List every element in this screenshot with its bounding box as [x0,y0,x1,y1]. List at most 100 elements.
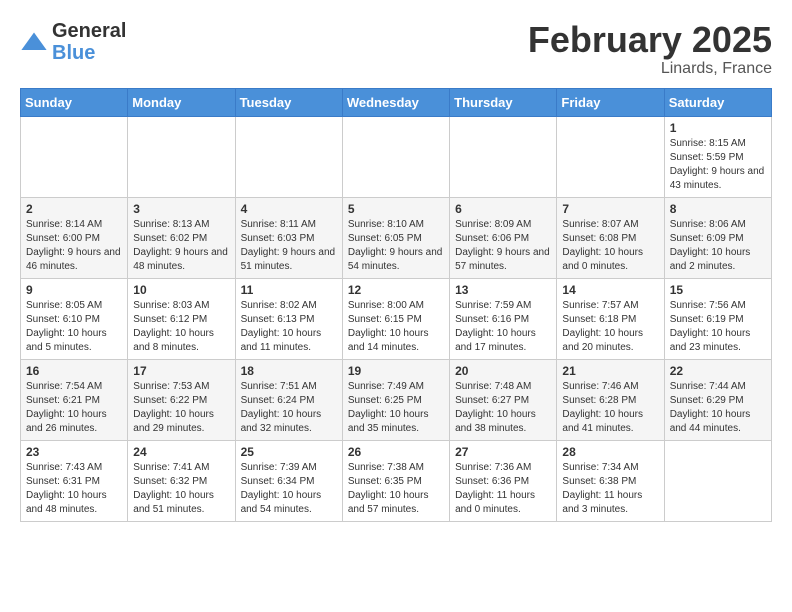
day-info: Sunrise: 7:44 AM Sunset: 6:29 PM Dayligh… [670,380,766,436]
day-info: Sunrise: 7:49 AM Sunset: 6:25 PM Dayligh… [348,380,444,436]
week-row-5: 23 Sunrise: 7:43 AM Sunset: 6:31 PM Dayli… [21,440,772,521]
day-info: Sunrise: 7:43 AM Sunset: 6:31 PM Dayligh… [26,461,122,517]
calendar-cell: 14Sunrise: 7:57 AM Sunset: 6:18 PM Dayli… [557,278,664,359]
calendar-cell [128,116,235,197]
calendar-cell: 9 Sunrise: 8:05 AM Sunset: 6:10 PM Daylig… [21,278,128,359]
day-number: 12 [348,283,444,297]
calendar-cell: 25 Sunrise: 7:39 AM Sunset: 6:34 PM Dayli… [235,440,342,521]
location-title: Linards, France [528,60,772,78]
weekday-header-friday: Friday [557,88,664,116]
day-number: 8 [670,202,766,216]
weekday-header-monday: Monday [128,88,235,116]
day-number: 10 [133,283,229,297]
day-info: Sunrise: 8:15 AM Sunset: 5:59 PM Dayligh… [670,137,766,193]
day-info: Sunrise: 8:06 AM Sunset: 6:09 PM Dayligh… [670,218,766,274]
logo-text: General Blue [52,20,126,64]
calendar-cell: 11 Sunrise: 8:02 AM Sunset: 6:13 PM Dayli… [235,278,342,359]
day-number: 16 [26,364,122,378]
calendar-cell [21,116,128,197]
day-number: 21 [562,364,658,378]
day-number: 13 [455,283,551,297]
day-number: 27 [455,445,551,459]
calendar-cell: 3 Sunrise: 8:13 AM Sunset: 6:02 PM Daylig… [128,197,235,278]
day-info: Sunrise: 7:54 AM Sunset: 6:21 PM Dayligh… [26,380,122,436]
day-info: Sunrise: 8:05 AM Sunset: 6:10 PM Dayligh… [26,299,122,355]
day-info: Sunrise: 7:36 AM Sunset: 6:36 PM Dayligh… [455,461,551,517]
day-number: 2 [26,202,122,216]
calendar-cell: 28Sunrise: 7:34 AM Sunset: 6:38 PM Dayli… [557,440,664,521]
calendar-cell: 22Sunrise: 7:44 AM Sunset: 6:29 PM Dayli… [664,359,771,440]
calendar-cell: 5 Sunrise: 8:10 AM Sunset: 6:05 PM Daylig… [342,197,449,278]
calendar-cell: 18 Sunrise: 7:51 AM Sunset: 6:24 PM Dayli… [235,359,342,440]
day-number: 6 [455,202,551,216]
calendar-cell: 20 Sunrise: 7:48 AM Sunset: 6:27 PM Dayli… [450,359,557,440]
day-number: 26 [348,445,444,459]
day-info: Sunrise: 8:02 AM Sunset: 6:13 PM Dayligh… [241,299,337,355]
calendar-table: SundayMondayTuesdayWednesdayThursdayFrid… [20,88,772,522]
day-info: Sunrise: 7:46 AM Sunset: 6:28 PM Dayligh… [562,380,658,436]
day-info: Sunrise: 8:11 AM Sunset: 6:03 PM Dayligh… [241,218,337,274]
logo-icon [20,29,48,57]
day-info: Sunrise: 8:10 AM Sunset: 6:05 PM Dayligh… [348,218,444,274]
calendar-cell: 2 Sunrise: 8:14 AM Sunset: 6:00 PM Daylig… [21,197,128,278]
weekday-header-wednesday: Wednesday [342,88,449,116]
day-info: Sunrise: 7:51 AM Sunset: 6:24 PM Dayligh… [241,380,337,436]
day-number: 18 [241,364,337,378]
header: General Blue February 2025 Linards, Fran… [20,20,772,78]
title-area: February 2025 Linards, France [528,20,772,78]
day-info: Sunrise: 8:09 AM Sunset: 6:06 PM Dayligh… [455,218,551,274]
week-row-4: 16 Sunrise: 7:54 AM Sunset: 6:21 PM Dayli… [21,359,772,440]
day-number: 11 [241,283,337,297]
calendar-cell: 17 Sunrise: 7:53 AM Sunset: 6:22 PM Dayli… [128,359,235,440]
calendar-body: 1 Sunrise: 8:15 AM Sunset: 5:59 PM Daylig… [21,116,772,521]
month-title: February 2025 [528,20,772,60]
calendar-cell: 21 Sunrise: 7:46 AM Sunset: 6:28 PM Dayli… [557,359,664,440]
weekday-header-tuesday: Tuesday [235,88,342,116]
day-info: Sunrise: 8:00 AM Sunset: 6:15 PM Dayligh… [348,299,444,355]
week-row-3: 9 Sunrise: 8:05 AM Sunset: 6:10 PM Daylig… [21,278,772,359]
day-number: 9 [26,283,122,297]
day-info: Sunrise: 8:13 AM Sunset: 6:02 PM Dayligh… [133,218,229,274]
calendar-cell [235,116,342,197]
week-row-2: 2 Sunrise: 8:14 AM Sunset: 6:00 PM Daylig… [21,197,772,278]
day-number: 1 [670,121,766,135]
calendar-cell: 16 Sunrise: 7:54 AM Sunset: 6:21 PM Dayli… [21,359,128,440]
day-number: 7 [562,202,658,216]
calendar-cell: 12 Sunrise: 8:00 AM Sunset: 6:15 PM Dayli… [342,278,449,359]
day-info: Sunrise: 8:07 AM Sunset: 6:08 PM Dayligh… [562,218,658,274]
calendar-cell: 23 Sunrise: 7:43 AM Sunset: 6:31 PM Dayli… [21,440,128,521]
day-info: Sunrise: 7:53 AM Sunset: 6:22 PM Dayligh… [133,380,229,436]
weekday-header-row: SundayMondayTuesdayWednesdayThursdayFrid… [21,88,772,116]
day-info: Sunrise: 8:14 AM Sunset: 6:00 PM Dayligh… [26,218,122,274]
calendar-cell: 13 Sunrise: 7:59 AM Sunset: 6:16 PM Dayli… [450,278,557,359]
calendar-cell: 8 Sunrise: 8:06 AM Sunset: 6:09 PM Daylig… [664,197,771,278]
day-number: 14 [562,283,658,297]
calendar-cell: 1 Sunrise: 8:15 AM Sunset: 5:59 PM Daylig… [664,116,771,197]
day-number: 3 [133,202,229,216]
logo: General Blue [20,20,126,64]
calendar-cell: 10 Sunrise: 8:03 AM Sunset: 6:12 PM Dayli… [128,278,235,359]
day-number: 23 [26,445,122,459]
weekday-header-sunday: Sunday [21,88,128,116]
day-number: 24 [133,445,229,459]
day-number: 19 [348,364,444,378]
day-number: 5 [348,202,444,216]
day-number: 4 [241,202,337,216]
calendar-cell: 6 Sunrise: 8:09 AM Sunset: 6:06 PM Daylig… [450,197,557,278]
day-info: Sunrise: 7:59 AM Sunset: 6:16 PM Dayligh… [455,299,551,355]
calendar-cell: 7 Sunrise: 8:07 AM Sunset: 6:08 PM Daylig… [557,197,664,278]
day-number: 28 [562,445,658,459]
day-info: Sunrise: 8:03 AM Sunset: 6:12 PM Dayligh… [133,299,229,355]
weekday-header-saturday: Saturday [664,88,771,116]
weekday-header-thursday: Thursday [450,88,557,116]
calendar-cell [664,440,771,521]
day-number: 20 [455,364,551,378]
day-number: 17 [133,364,229,378]
calendar-cell: 24Sunrise: 7:41 AM Sunset: 6:32 PM Dayli… [128,440,235,521]
calendar-cell: 15Sunrise: 7:56 AM Sunset: 6:19 PM Dayli… [664,278,771,359]
day-info: Sunrise: 7:48 AM Sunset: 6:27 PM Dayligh… [455,380,551,436]
day-info: Sunrise: 7:39 AM Sunset: 6:34 PM Dayligh… [241,461,337,517]
logo-blue-text: Blue [52,42,126,64]
day-number: 25 [241,445,337,459]
calendar-cell: 26Sunrise: 7:38 AM Sunset: 6:35 PM Dayli… [342,440,449,521]
